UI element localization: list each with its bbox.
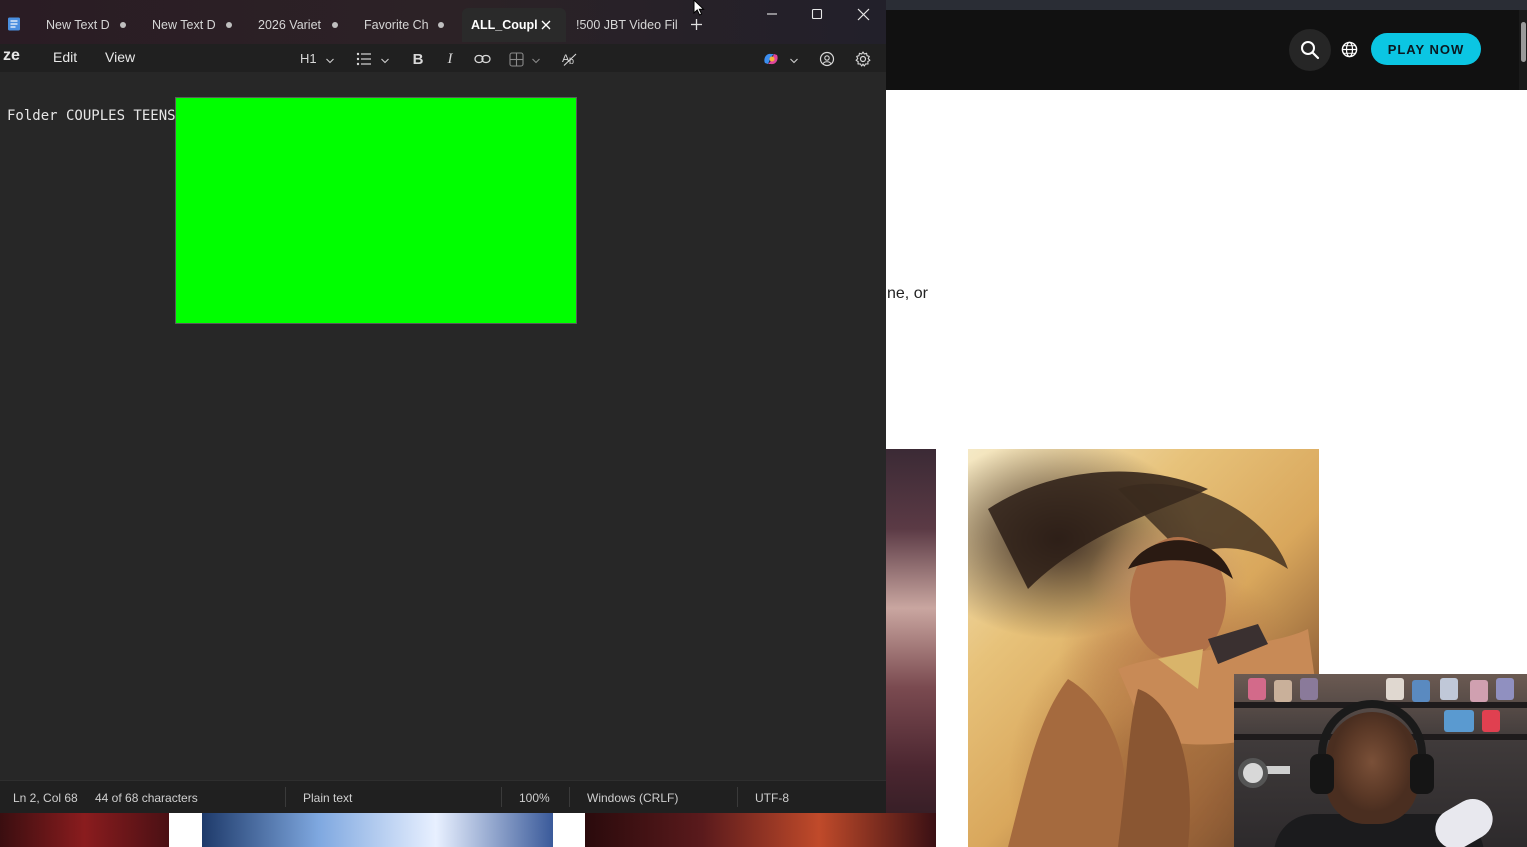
unsaved-indicator (332, 22, 338, 28)
minimize-icon (767, 13, 777, 15)
gear-icon (855, 51, 871, 67)
divider (569, 787, 570, 807)
webcam-overlay (1234, 674, 1527, 847)
collectible (1248, 678, 1266, 700)
text-format[interactable]: Plain text (303, 791, 352, 805)
file-menu[interactable]: ze (3, 47, 20, 65)
notepad-window: New Text D New Text D 2026 Variet Favori… (0, 0, 886, 813)
edit-menu[interactable]: Edit (53, 49, 77, 65)
mouse-cursor-icon (693, 0, 705, 16)
scrollbar-thumb[interactable] (1521, 22, 1526, 62)
microphone (1238, 758, 1268, 788)
maximize-button[interactable] (802, 2, 832, 26)
tab-label: !500 JBT Video Fil (576, 18, 678, 32)
page-body-text: ne, or (887, 285, 928, 302)
collectible (1444, 710, 1474, 732)
spellcheck-icon: A b (562, 53, 577, 66)
language-button[interactable] (1339, 39, 1359, 59)
settings-button[interactable] (854, 48, 872, 70)
cursor-position[interactable]: Ln 2, Col 68 (13, 791, 78, 805)
unsaved-indicator (438, 22, 444, 28)
tab-label: ALL_Coupl (471, 18, 538, 32)
tab-favorite-ch[interactable]: Favorite Ch (364, 8, 456, 42)
copilot-icon (764, 53, 778, 65)
close-tab-button[interactable] (539, 18, 553, 32)
heading-label: H1 (300, 51, 317, 66)
heading-dropdown[interactable]: H1 (298, 48, 338, 70)
play-now-button[interactable]: PLAY NOW (1371, 33, 1481, 65)
collectible (1470, 680, 1488, 702)
table-dropdown[interactable] (507, 48, 545, 70)
headphone-ear (1310, 754, 1334, 794)
unsaved-indicator (226, 22, 232, 28)
account-icon (819, 51, 835, 67)
champion-art-bottom-2[interactable] (202, 813, 553, 847)
divider (737, 787, 738, 807)
screen: PLAY NOW ne, or New Text D New Text D 20… (0, 0, 1527, 847)
close-icon (541, 20, 551, 30)
menu-bar: ze Edit View H1 B I A b (0, 44, 886, 72)
champion-art-left[interactable] (886, 449, 936, 847)
svg-text:b: b (569, 56, 574, 66)
new-tab-button[interactable] (688, 16, 704, 32)
chevron-down-icon (790, 58, 798, 64)
status-bar: Ln 2, Col 68 44 of 68 characters Plain t… (0, 780, 886, 813)
tab-new-text-document-1[interactable]: New Text D (46, 8, 138, 42)
encoding[interactable]: UTF-8 (755, 791, 789, 805)
account-button[interactable] (818, 48, 836, 70)
character-count: 44 of 68 characters (95, 791, 198, 805)
chevron-down-icon (532, 58, 540, 64)
tab-label: New Text D (152, 18, 216, 32)
tab-label: Favorite Ch (364, 18, 429, 32)
view-menu[interactable]: View (105, 49, 135, 65)
divider (501, 787, 502, 807)
unsaved-indicator (120, 22, 126, 28)
notepad-app-icon (6, 16, 22, 32)
collectible (1412, 680, 1430, 702)
tab-2026-variety[interactable]: 2026 Variet (258, 8, 350, 42)
collectible (1482, 710, 1500, 732)
bold-button[interactable]: B (410, 48, 426, 70)
collectible (1496, 678, 1514, 700)
champion-art-bottom-3[interactable] (585, 813, 936, 847)
green-screen-image[interactable] (175, 97, 577, 324)
champion-art-bottom-1[interactable] (0, 813, 169, 847)
minimize-button[interactable] (757, 2, 787, 26)
headphone-ear (1410, 754, 1434, 794)
zoom-level[interactable]: 100% (519, 791, 550, 805)
search-button[interactable] (1289, 29, 1331, 71)
divider (285, 787, 286, 807)
tab-new-text-document-2[interactable]: New Text D (152, 8, 244, 42)
list-dropdown[interactable] (354, 48, 392, 70)
link-button[interactable] (472, 48, 492, 70)
collectible (1274, 680, 1292, 702)
tab-label: 2026 Variet (258, 18, 322, 32)
plus-icon (690, 18, 702, 30)
line-ending[interactable]: Windows (CRLF) (587, 791, 678, 805)
tab-label: New Text D (46, 18, 110, 32)
maximize-icon (811, 8, 823, 20)
browser-top-strip (886, 0, 1527, 10)
tab-500-jbt-video-files[interactable]: !500 JBT Video Fil (576, 8, 680, 42)
search-icon (1301, 41, 1320, 60)
copilot-dropdown[interactable] (760, 48, 800, 70)
close-icon (857, 8, 869, 20)
tab-all-couples[interactable]: ALL_Coupl (462, 8, 566, 42)
chevron-down-icon (326, 58, 334, 64)
chevron-down-icon (381, 58, 389, 64)
collectible (1440, 678, 1458, 700)
blanket (1428, 791, 1500, 847)
list-icon (356, 52, 371, 66)
close-window-button[interactable] (848, 2, 878, 26)
spellcheck-button[interactable]: A b (560, 48, 580, 70)
table-icon (509, 52, 524, 67)
globe-icon (1341, 41, 1357, 57)
collectible (1300, 678, 1318, 700)
italic-button[interactable]: I (443, 48, 457, 70)
link-icon (473, 54, 491, 64)
title-bar[interactable]: New Text D New Text D 2026 Variet Favori… (0, 0, 886, 44)
editor-text[interactable]: Folder COUPLES TEENS (7, 108, 184, 124)
editor-area[interactable]: Folder COUPLES TEENS (0, 72, 886, 780)
collectible (1386, 678, 1404, 700)
